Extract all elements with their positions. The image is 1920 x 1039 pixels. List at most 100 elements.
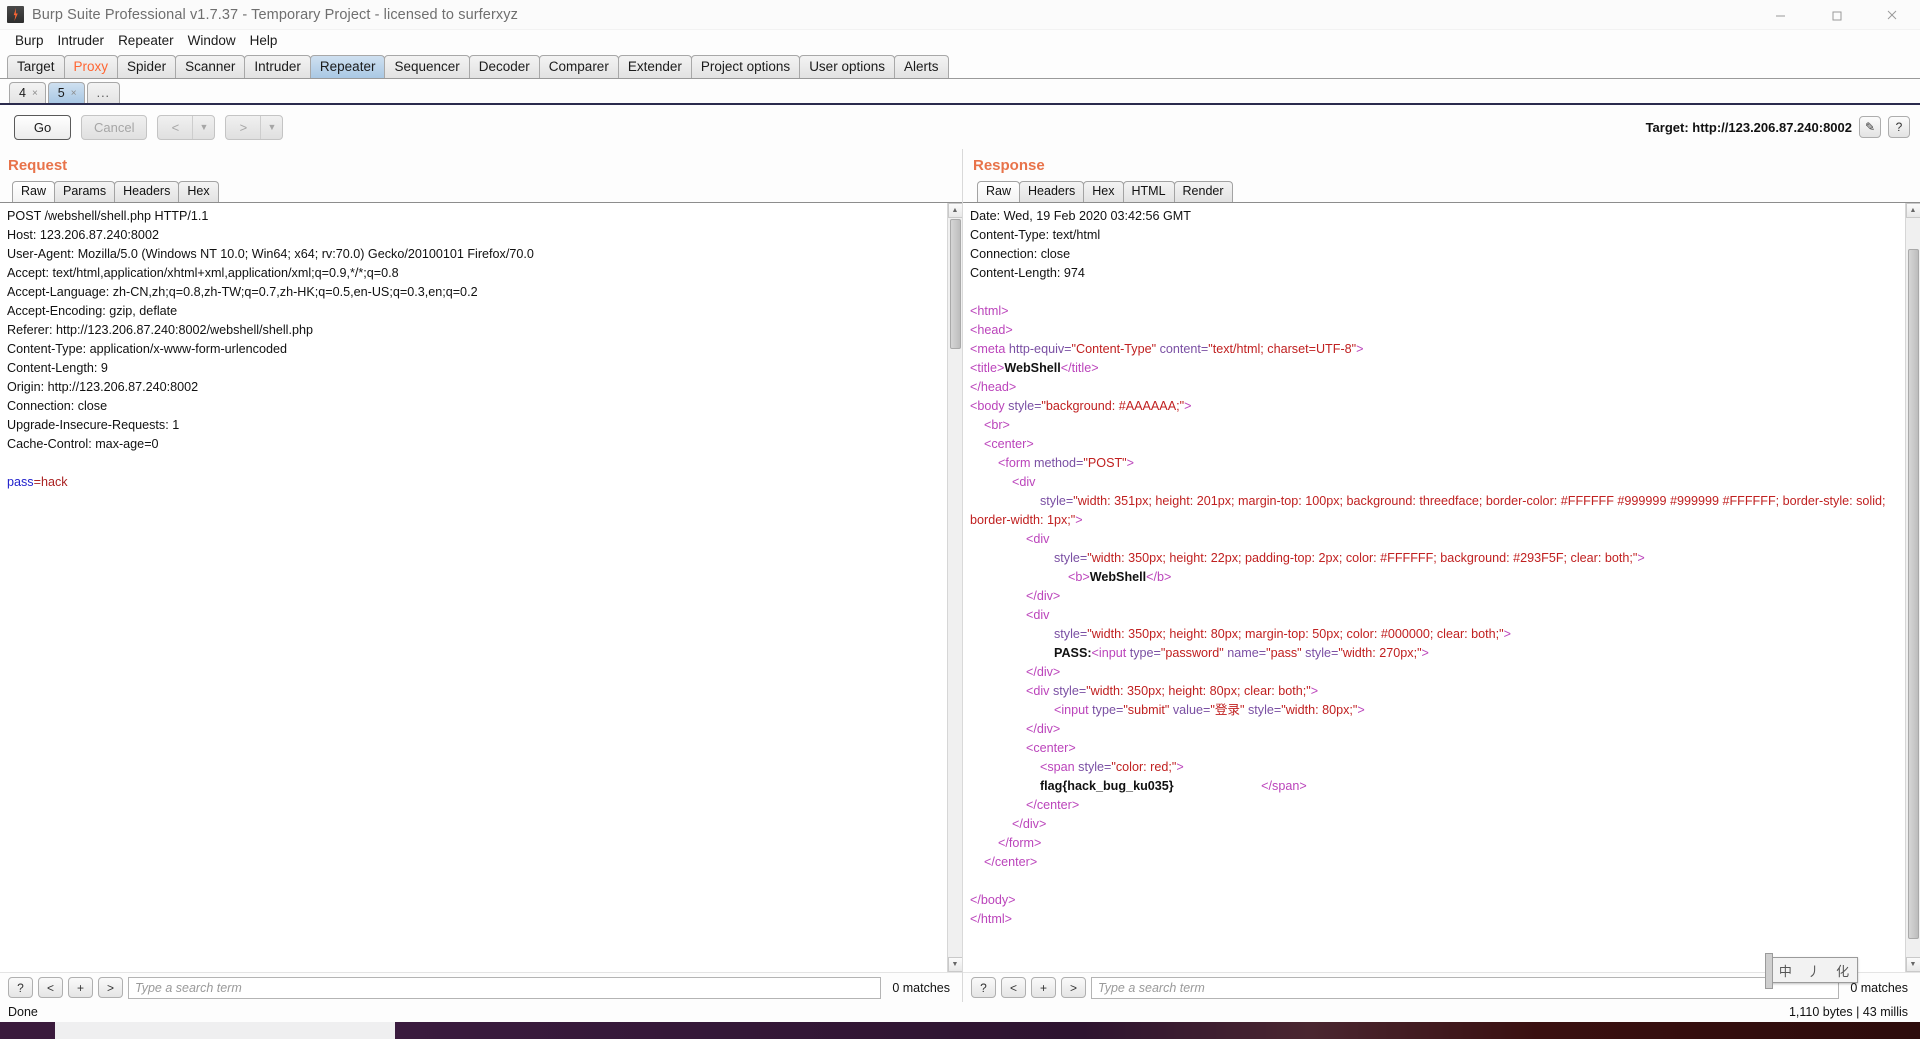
request-scrollbar[interactable]: ▲ ▼ xyxy=(947,203,962,972)
repeater-tab-new[interactable]: ... xyxy=(86,82,121,103)
search-help-icon[interactable]: ? xyxy=(971,977,996,998)
response-editor[interactable]: Date: Wed, 19 Feb 2020 03:42:56 GMT Conte… xyxy=(963,203,1920,972)
request-tab-hex[interactable]: Hex xyxy=(178,181,219,202)
tab-comparer[interactable]: Comparer xyxy=(538,55,619,78)
pencil-icon[interactable]: ✎ xyxy=(1859,116,1881,138)
tab-intruder[interactable]: Intruder xyxy=(244,55,311,78)
response-body-line: </center> xyxy=(984,855,1038,869)
tab-proxy[interactable]: Proxy xyxy=(63,55,119,78)
scroll-thumb[interactable] xyxy=(1908,249,1919,939)
request-tab-params[interactable]: Params xyxy=(54,181,116,202)
tab-decoder[interactable]: Decoder xyxy=(468,55,540,78)
response-tab-render[interactable]: Render xyxy=(1173,181,1233,202)
search-add-icon[interactable]: + xyxy=(68,977,93,998)
close-icon[interactable]: × xyxy=(32,84,38,103)
maximize-icon[interactable] xyxy=(1808,0,1864,30)
menu-item-burp[interactable]: Burp xyxy=(8,30,51,52)
response-body-line: <center> xyxy=(984,437,1034,451)
response-body-line: <div xyxy=(1012,475,1036,489)
search-prev-icon[interactable]: < xyxy=(38,977,63,998)
minimize-icon[interactable] xyxy=(1752,0,1808,30)
back-button[interactable]: < ▼ xyxy=(157,114,216,140)
response-body-line: </center> xyxy=(1025,798,1080,812)
flag-text: flag{hack_bug_ku035} xyxy=(1039,779,1174,793)
tab-project-options[interactable]: Project options xyxy=(690,55,801,78)
search-next-icon[interactable]: > xyxy=(1061,977,1086,998)
status-left: Done xyxy=(8,1005,38,1019)
response-raw-text[interactable]: Date: Wed, 19 Feb 2020 03:42:56 GMT Conte… xyxy=(963,203,1905,972)
response-body-line: style="width: 350px; height: 80px; margi… xyxy=(1053,627,1511,641)
response-tab-hex[interactable]: Hex xyxy=(1083,181,1124,202)
forward-button[interactable]: > ▼ xyxy=(225,114,284,140)
tab-sequencer[interactable]: Sequencer xyxy=(384,55,470,78)
search-next-icon[interactable]: > xyxy=(98,977,123,998)
chevron-down-icon[interactable]: ▼ xyxy=(193,116,214,139)
status-bar: Done 1,110 bytes | 43 millis xyxy=(0,1002,1920,1022)
ime-language-bar[interactable]: 中 丿 化 xyxy=(1765,953,1858,989)
response-header-line: Content-Length: 974 xyxy=(970,266,1085,280)
scroll-up-icon[interactable]: ▲ xyxy=(947,203,962,218)
response-body-line: <html> xyxy=(970,304,1009,318)
response-tab-headers[interactable]: Headers xyxy=(1019,181,1085,202)
close-icon[interactable]: × xyxy=(71,84,77,103)
request-raw-text[interactable]: POST /webshell/shell.php HTTP/1.1 Host: 1… xyxy=(0,203,947,972)
response-tab-html[interactable]: HTML xyxy=(1122,181,1175,202)
tab-extender[interactable]: Extender xyxy=(617,55,692,78)
cancel-button[interactable]: Cancel xyxy=(81,114,148,140)
request-header-line: Host: 123.206.87.240:8002 xyxy=(7,228,159,242)
response-body-line: style="width: 351px; height: 201px; marg… xyxy=(970,494,1890,527)
request-search-bar: ? < + > Type a search term 0 matches xyxy=(0,972,962,1002)
request-tab-strip: Raw Params Headers Hex xyxy=(0,179,962,203)
response-body-line: <head> xyxy=(970,323,1013,337)
ime-tool-icon[interactable]: 化 xyxy=(1828,961,1857,980)
response-body-line: </head> xyxy=(970,380,1017,394)
ime-pen-icon[interactable]: 丿 xyxy=(1800,961,1829,980)
response-header-line: Content-Type: text/html xyxy=(970,228,1101,242)
window-controls xyxy=(1752,0,1920,30)
search-help-icon[interactable]: ? xyxy=(8,977,33,998)
scroll-down-icon[interactable]: ▼ xyxy=(1905,957,1920,972)
repeater-tab-4[interactable]: 4 × xyxy=(9,82,46,103)
repeater-tab-4-label: 4 xyxy=(19,85,26,100)
response-body-line: flag{hack_bug_ku035} </span> xyxy=(1039,779,1307,793)
search-prev-icon[interactable]: < xyxy=(1001,977,1026,998)
scroll-thumb[interactable] xyxy=(950,219,961,349)
request-body-param-name: pass xyxy=(7,475,34,489)
scroll-up-icon[interactable]: ▲ xyxy=(1905,203,1920,218)
tab-repeater[interactable]: Repeater xyxy=(309,55,386,78)
response-tab-raw[interactable]: Raw xyxy=(977,181,1021,202)
request-pane: Request Raw Params Headers Hex POST /web… xyxy=(0,149,963,1002)
close-icon[interactable] xyxy=(1864,0,1920,30)
response-body-line: <div style="width: 350px; height: 80px; … xyxy=(1025,684,1319,698)
help-icon[interactable]: ? xyxy=(1888,116,1910,138)
response-body-line: </div> xyxy=(1025,665,1061,679)
tab-alerts[interactable]: Alerts xyxy=(893,55,949,78)
ime-mode-icon[interactable]: 中 xyxy=(1771,961,1800,980)
chevron-down-icon[interactable]: ▼ xyxy=(261,116,282,139)
window-title: Burp Suite Professional v1.7.37 - Tempor… xyxy=(32,6,518,23)
search-add-icon[interactable]: + xyxy=(1031,977,1056,998)
repeater-action-bar: Go Cancel < ▼ > ▼ Target: http://123.206… xyxy=(0,105,1920,149)
response-body-line: style="width: 350px; height: 22px; paddi… xyxy=(1053,551,1645,565)
response-search-input[interactable]: Type a search term xyxy=(1091,976,1840,999)
tab-target[interactable]: Target xyxy=(7,55,65,78)
repeater-tab-5[interactable]: 5 × xyxy=(47,82,85,103)
tab-user-options[interactable]: User options xyxy=(799,55,895,78)
scroll-down-icon[interactable]: ▼ xyxy=(947,957,962,972)
request-tab-raw[interactable]: Raw xyxy=(12,181,56,202)
request-editor[interactable]: POST /webshell/shell.php HTTP/1.1 Host: 1… xyxy=(0,203,962,972)
response-body-line: </div> xyxy=(1025,722,1061,736)
go-button[interactable]: Go xyxy=(14,114,71,140)
menu-item-help[interactable]: Help xyxy=(243,30,285,52)
response-body-line: </div> xyxy=(1025,589,1061,603)
tab-spider[interactable]: Spider xyxy=(117,55,177,78)
tab-scanner[interactable]: Scanner xyxy=(175,55,246,78)
menu-item-repeater[interactable]: Repeater xyxy=(111,30,181,52)
menu-item-window[interactable]: Window xyxy=(181,30,243,52)
menu-item-intruder[interactable]: Intruder xyxy=(51,30,112,52)
desktop-taskbar xyxy=(0,1022,1920,1039)
request-search-input[interactable]: Type a search term xyxy=(128,976,882,999)
burp-logo-icon xyxy=(7,6,24,23)
request-tab-headers[interactable]: Headers xyxy=(114,181,180,202)
response-scrollbar[interactable]: ▲ ▼ xyxy=(1905,203,1920,972)
